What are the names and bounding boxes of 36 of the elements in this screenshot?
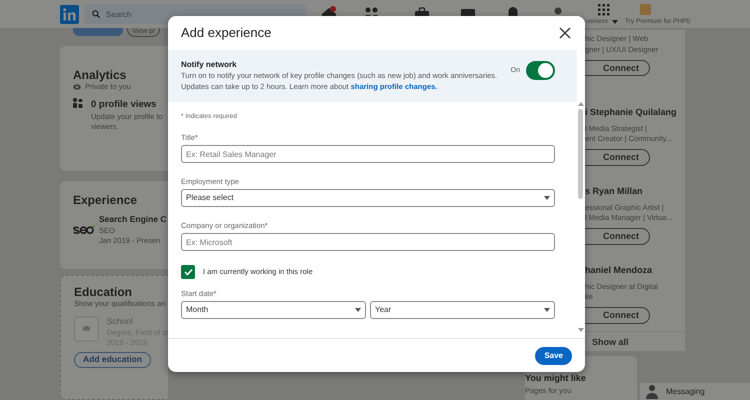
profile-views: 0 profile views (91, 98, 158, 112)
text-input[interactable]: Ex: Retail Sales Manager (181, 145, 555, 163)
seo-logo-icon (73, 224, 95, 235)
grid-icon[interactable] (597, 3, 611, 17)
toggle-switch[interactable] (526, 61, 555, 80)
section-title: You might like (525, 372, 587, 385)
scroll-down-icon (578, 328, 584, 332)
person-name: s Ryan Millan (585, 185, 644, 198)
messaging-label: Messaging (666, 386, 705, 398)
notify-title: Notify network (181, 60, 238, 70)
logo-icon (60, 4, 79, 24)
text-input[interactable]: Ex: Microsoft (181, 233, 555, 251)
messaging-bar[interactable]: Messaging (640, 383, 750, 400)
section-title: Experience (73, 193, 138, 208)
caret-icon (612, 20, 618, 24)
dropdown[interactable]: Year (370, 301, 555, 319)
dropdown[interactable]: Month (181, 301, 366, 319)
school-icon (74, 315, 99, 344)
close-icon (558, 26, 572, 40)
person-name: i Stephanie Quilalang (585, 106, 678, 119)
check-icon (184, 268, 192, 276)
job-title: Search Engine C (99, 213, 167, 226)
checkbox[interactable] (181, 265, 195, 279)
section-title: Education (74, 285, 134, 300)
save-button[interactable]: Save (535, 346, 572, 364)
scrollbar-thumb[interactable] (578, 109, 583, 199)
close-button[interactable] (558, 26, 572, 40)
people-icon (73, 98, 83, 108)
eye-icon (73, 84, 81, 90)
dialog-title: Add experience (181, 25, 272, 41)
person-name: haniel Mendoza (585, 264, 654, 277)
section-title: Analytics (73, 68, 128, 82)
add-education-button[interactable]: Add education (74, 352, 152, 368)
scroll-up-icon (578, 102, 584, 106)
dropdown[interactable]: Please select (181, 189, 555, 207)
avatar-icon (646, 384, 658, 399)
